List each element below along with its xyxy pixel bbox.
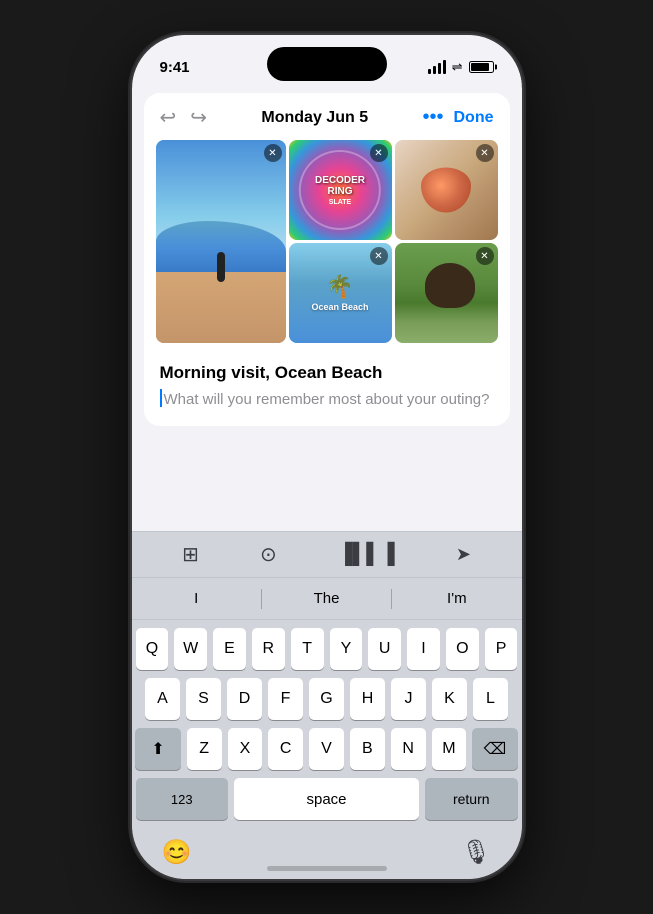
key-b[interactable]: B — [350, 728, 385, 770]
key-p[interactable]: P — [485, 628, 518, 670]
text-cursor — [160, 389, 162, 407]
battery-fill — [471, 63, 490, 71]
toolbar: ↩ ↪ Monday Jun 5 ••• Done — [144, 93, 510, 140]
key-d[interactable]: D — [227, 678, 262, 720]
keyboard: Q W E R T Y U I O P A S D F G — [132, 620, 522, 832]
podcast-title: DECODERRING — [315, 175, 365, 197]
key-row-1: Q W E R T Y U I O P — [136, 628, 518, 670]
key-row-3: ⬆ Z X C V B N M ⌫ — [136, 728, 518, 770]
signal-bar-4 — [443, 60, 446, 74]
numbers-key[interactable]: 123 — [136, 778, 229, 820]
signal-bar-3 — [438, 63, 441, 74]
remove-podcast-button[interactable]: ✕ — [370, 144, 388, 162]
beach-sand — [156, 272, 286, 343]
key-s[interactable]: S — [186, 678, 221, 720]
dog-photo-item[interactable]: ✕ — [395, 243, 498, 343]
palm-icon: 🌴 — [326, 274, 353, 300]
return-key[interactable]: return — [425, 778, 518, 820]
keyboard-area: ⊞ ⊙ ▐▌▌▐ ➤ I The I'm Q W E R — [132, 531, 522, 879]
key-e[interactable]: E — [213, 628, 246, 670]
predict-word-3[interactable]: I'm — [392, 586, 521, 611]
more-options-button[interactable]: ••• — [422, 106, 443, 129]
delete-key[interactable]: ⌫ — [472, 728, 517, 770]
input-toolbar: ⊞ ⊙ ▐▌▌▐ ➤ — [132, 531, 522, 577]
seashell-shape — [421, 168, 471, 213]
key-i[interactable]: I — [407, 628, 440, 670]
wifi-icon: ⇌ — [452, 59, 463, 75]
redo-button[interactable]: ↪ — [190, 105, 207, 130]
key-row-4: 123 space return — [136, 778, 518, 820]
remove-location-button[interactable]: ✕ — [370, 247, 388, 265]
key-u[interactable]: U — [368, 628, 401, 670]
key-c[interactable]: C — [268, 728, 303, 770]
camera-tool-icon[interactable]: ⊙ — [260, 542, 277, 567]
shift-key[interactable]: ⬆ — [135, 728, 180, 770]
photos-tool-icon[interactable]: ⊞ — [182, 542, 199, 567]
status-bar: 9:41 ⇌ — [132, 35, 522, 85]
key-j[interactable]: J — [391, 678, 426, 720]
key-o[interactable]: O — [446, 628, 479, 670]
done-button[interactable]: Done — [454, 109, 494, 127]
key-q[interactable]: Q — [136, 628, 169, 670]
predictive-bar: I The I'm — [132, 577, 522, 620]
beach-photo — [156, 140, 286, 343]
send-tool-icon[interactable]: ➤ — [456, 544, 471, 565]
journal-title: Morning visit, Ocean Beach — [160, 363, 494, 383]
journal-card: ↩ ↪ Monday Jun 5 ••• Done — [144, 93, 510, 426]
dog-shape — [425, 263, 475, 308]
key-z[interactable]: Z — [187, 728, 222, 770]
undo-button[interactable]: ↩ — [160, 105, 177, 130]
key-n[interactable]: N — [391, 728, 426, 770]
podcast-source: SLATE — [329, 199, 351, 206]
journal-placeholder: What will you remember most about your o… — [164, 389, 490, 410]
signal-bars — [428, 60, 446, 74]
signal-bar-1 — [428, 69, 431, 74]
predict-word-1[interactable]: I — [132, 586, 261, 611]
key-h[interactable]: H — [350, 678, 385, 720]
key-r[interactable]: R — [252, 628, 285, 670]
mic-button[interactable]: 🎙 — [461, 838, 491, 867]
space-key[interactable]: space — [234, 778, 419, 820]
remove-beach-photo-button[interactable]: ✕ — [264, 144, 282, 162]
seashell-item[interactable]: ✕ — [395, 140, 498, 240]
key-v[interactable]: V — [309, 728, 344, 770]
toolbar-right: ••• Done — [422, 106, 493, 129]
bottom-bar: 😊 🎙 — [132, 832, 522, 879]
status-time: 9:41 — [160, 59, 190, 76]
signal-bar-2 — [433, 66, 436, 74]
key-w[interactable]: W — [174, 628, 207, 670]
toolbar-left: ↩ ↪ — [160, 105, 208, 130]
location-label: Ocean Beach — [311, 302, 368, 312]
key-t[interactable]: T — [291, 628, 324, 670]
phone-screen: 9:41 ⇌ ↩ ↪ — [132, 35, 522, 879]
key-l[interactable]: L — [473, 678, 508, 720]
remove-seashell-button[interactable]: ✕ — [476, 144, 494, 162]
dynamic-island — [267, 47, 387, 81]
status-icons: ⇌ — [428, 59, 494, 75]
battery-icon — [469, 61, 494, 73]
beach-person — [217, 252, 225, 282]
podcast-item[interactable]: DECODERRING SLATE ✕ — [289, 140, 392, 240]
entry-date: Monday Jun 5 — [207, 109, 422, 127]
key-g[interactable]: G — [309, 678, 344, 720]
phone-frame: 9:41 ⇌ ↩ ↪ — [132, 35, 522, 879]
audio-tool-icon[interactable]: ▐▌▌▐ — [338, 543, 395, 566]
key-k[interactable]: K — [432, 678, 467, 720]
media-grid: ✕ DECODERRING SLATE ✕ ✕ — [156, 140, 498, 343]
key-f[interactable]: F — [268, 678, 303, 720]
key-m[interactable]: M — [432, 728, 467, 770]
home-indicator — [267, 866, 387, 871]
beach-photo-item[interactable]: ✕ — [156, 140, 286, 343]
key-x[interactable]: X — [228, 728, 263, 770]
ocean-beach-item[interactable]: 🌴 Ocean Beach ✕ — [289, 243, 392, 343]
text-area[interactable]: Morning visit, Ocean Beach What will you… — [144, 351, 510, 426]
key-y[interactable]: Y — [330, 628, 363, 670]
key-a[interactable]: A — [145, 678, 180, 720]
emoji-button[interactable]: 😊 — [162, 838, 192, 867]
key-row-2: A S D F G H J K L — [136, 678, 518, 720]
remove-dog-photo-button[interactable]: ✕ — [476, 247, 494, 265]
predict-word-2[interactable]: The — [262, 586, 391, 611]
